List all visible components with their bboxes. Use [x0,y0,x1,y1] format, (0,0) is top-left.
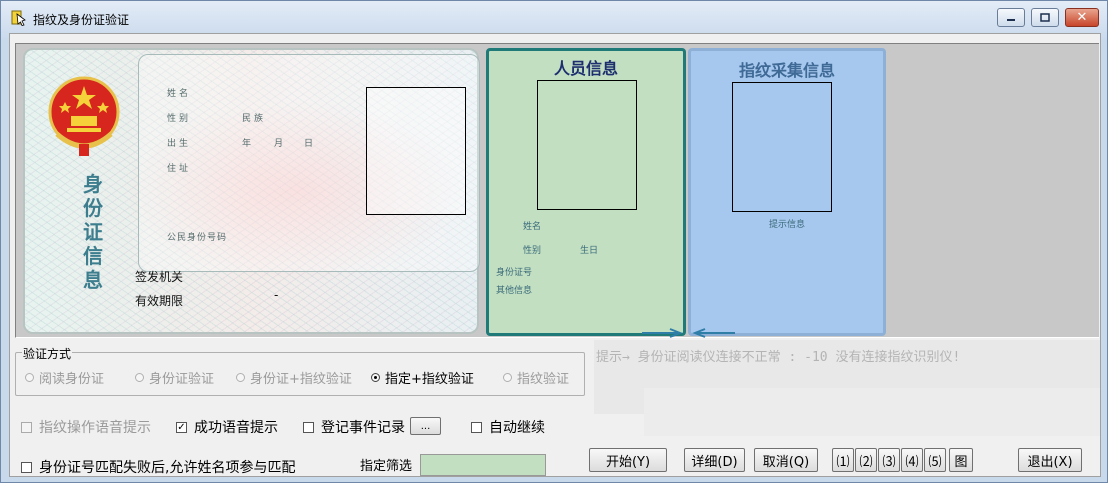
fingerprint-image [732,82,832,212]
details-button[interactable]: 详细(D) [684,448,745,472]
radio-fingerprint-verify[interactable]: 指纹验证 [503,368,569,387]
radio-read-id[interactable]: 阅读身份证 [25,368,104,387]
fingerprint-app-icon [11,10,26,26]
filter-input[interactable] [420,454,546,476]
fingerprint-hint-label: 提示信息 [768,220,805,230]
status-message-area: 提示→ 身份证阅读仪连接不正常 : -10 没有连接指纹识别仪! [594,340,1100,388]
number-1-button[interactable]: ⑴ [832,448,854,472]
id-ethnicity-label: 民族 [242,114,267,124]
log-events-label: 登记事件记录 [321,420,405,436]
person-photo [537,80,637,210]
radio-read-id-label: 阅读身份证 [39,372,105,387]
radio-id-verify-label: 身份证验证 [149,372,215,387]
allow-name-match-label: 身份证号匹配失败后,允许姓名项参与匹配 [39,460,296,476]
client-area: 身份证信息 姓名 性别 民族 出生 年 月 日 住址 公民身份号码 签发机关 有… [9,33,1101,477]
id-month-label: 月 [274,139,287,149]
id-card-photo [366,87,466,215]
id-year-label: 年 [242,139,255,149]
radio-designated-fingerprint-verify[interactable]: 指定+指纹验证 [371,368,474,387]
info-display-panel: 身份证信息 姓名 性别 民族 出生 年 月 日 住址 公民身份号码 签发机关 有… [15,43,1099,338]
fp-voice-checkbox[interactable]: 指纹操作语音提示 [21,417,151,437]
id-card-display: 身份证信息 姓名 性别 民族 出生 年 月 日 住址 公民身份号码 签发机关 有… [23,48,480,334]
app-window: 指纹及身份证验证 ✕ 身份证信息 姓名 性别 民族 出生 年 月 日 住址 公民… [0,0,1108,483]
radio-id-verify[interactable]: 身份证验证 [135,368,214,387]
radio-id-fingerprint-verify-label: 身份证+指纹验证 [250,372,352,387]
id-sex-label: 性别 [167,114,192,124]
radio-dot-icon [25,373,34,382]
verify-mode-legend: 验证方式 [22,345,73,362]
auto-continue-label: 自动继续 [489,420,545,436]
log-events-checkbox[interactable]: 登记事件记录 [303,417,405,437]
success-voice-label: 成功语音提示 [194,420,278,436]
checkbox-checked-icon: ✓ [176,421,187,433]
allow-name-match-checkbox[interactable]: 身份证号匹配失败后,允许姓名项参与匹配 [21,457,295,477]
radio-dot-icon [135,373,144,382]
number-5-button[interactable]: ⑸ [924,448,946,472]
image-button[interactable]: 图 [949,448,973,472]
person-birthday-label: 生日 [580,246,599,256]
fp-voice-label: 指纹操作语音提示 [39,420,151,436]
validity-label: 有效期限 [135,294,184,308]
fingerprint-info-title: 指纹采集信息 [738,61,835,80]
status-indicator-box [594,388,644,414]
issuer-label: 签发机关 [135,270,184,284]
maximize-button[interactable] [1031,8,1059,27]
id-card-vertical-title: 身份证信息 [83,172,103,292]
log-browse-button[interactable]: ... [410,417,441,435]
id-name-label: 姓名 [167,89,192,99]
arrow-right-icon [642,328,683,338]
exit-button[interactable]: 退出(X) [1018,448,1082,472]
filter-label: 指定筛选 [360,459,413,474]
person-sex-label: 性别 [523,246,542,256]
radio-dot-icon [503,373,512,382]
id-day-label: 日 [304,139,317,149]
minimize-icon [1007,18,1015,21]
person-info-title: 人员信息 [553,59,618,78]
title-bar[interactable]: 指纹及身份证验证 ✕ [1,1,1107,33]
minimize-button[interactable] [997,8,1025,27]
checkbox-icon [471,421,482,433]
maximize-icon [1040,13,1050,22]
checkbox-icon [21,461,32,473]
validity-value: - [274,288,279,302]
radio-dot-selected-icon [371,373,380,382]
success-voice-checkbox[interactable]: ✓ 成功语音提示 [176,417,278,437]
national-emblem-icon [48,76,120,156]
checkbox-icon [303,421,314,433]
id-number-label: 公民身份号码 [167,233,228,243]
person-name-label: 姓名 [523,222,542,232]
fingerprint-info-panel: 指纹采集信息 提示信息 [688,48,886,336]
arrow-left-icon [692,328,735,338]
status-detail-area [644,388,1100,436]
window-title: 指纹及身份证验证 [33,13,130,27]
close-icon: ✕ [1076,10,1088,25]
person-other-label: 其他信息 [496,286,533,296]
checkbox-icon [21,421,32,433]
start-button[interactable]: 开始(Y) [589,448,667,472]
person-id-label: 身份证号 [496,268,533,278]
radio-id-fingerprint-verify[interactable]: 身份证+指纹验证 [236,368,352,387]
radio-fingerprint-verify-label: 指纹验证 [517,372,570,387]
close-button[interactable]: ✕ [1065,8,1099,27]
verify-mode-group: 验证方式 阅读身份证 身份证验证 身份证+指纹验证 指定+指纹验证 指纹验证 [15,345,585,396]
id-address-label: 住址 [167,164,192,174]
person-info-panel: 人员信息 姓名 性别 生日 身份证号 其他信息 [486,48,686,336]
number-3-button[interactable]: ⑶ [878,448,900,472]
number-2-button[interactable]: ⑵ [855,448,877,472]
status-message: 提示→ 身份证阅读仪连接不正常 : -10 没有连接指纹识别仪! [596,350,961,365]
radio-designated-fingerprint-verify-label: 指定+指纹验证 [385,372,474,387]
radio-dot-icon [236,373,245,382]
cancel-button[interactable]: 取消(Q) [754,448,818,472]
number-4-button[interactable]: ⑷ [901,448,923,472]
id-birth-label: 出生 [167,139,192,149]
auto-continue-checkbox[interactable]: 自动继续 [471,417,545,437]
